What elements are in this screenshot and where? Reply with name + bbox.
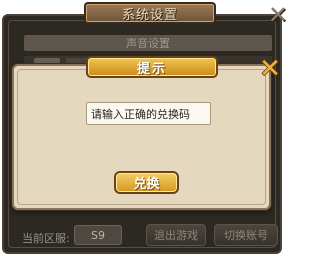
redeem-code-input[interactable]	[86, 102, 211, 125]
current-server-value: S9	[74, 225, 122, 245]
redeem-button[interactable]: 兑换	[114, 171, 179, 194]
settings-close-icon[interactable]: ✕	[266, 1, 290, 29]
exit-game-button[interactable]: 退出游戏	[146, 224, 206, 246]
sound-settings-header: 声音设置	[24, 35, 272, 51]
current-server-label: 当前区服:	[22, 232, 70, 245]
dialog-title: 提示	[86, 56, 218, 78]
settings-title: 系统设置	[84, 2, 216, 24]
switch-account-button[interactable]: 切换账号	[214, 224, 278, 246]
dialog-close-icon[interactable]: ✕	[258, 54, 282, 84]
